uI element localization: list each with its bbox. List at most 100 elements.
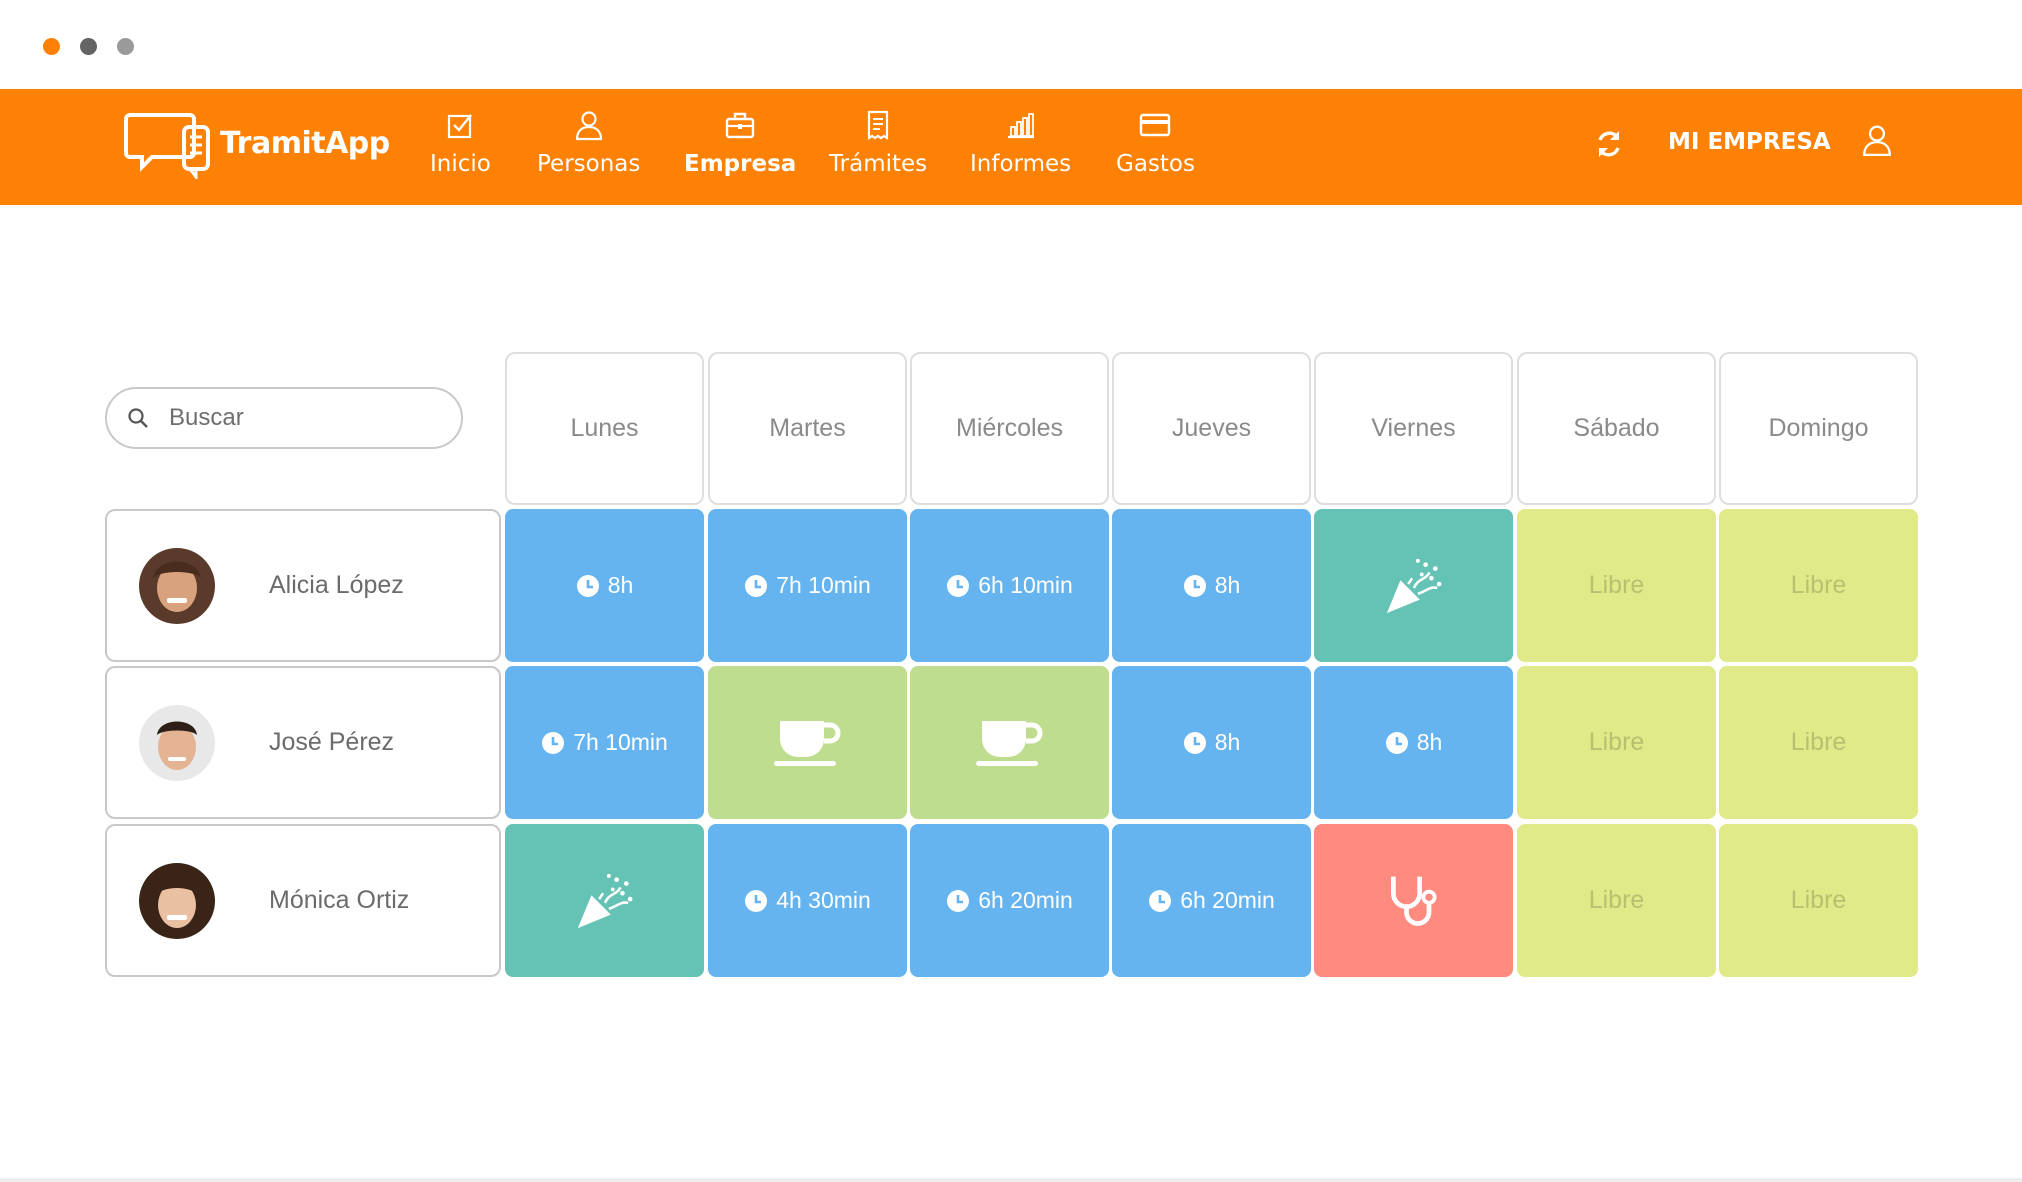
libre-text: Libre	[1790, 886, 1847, 914]
window-dot-minimize[interactable]	[80, 38, 97, 55]
schedule-cell-monica-domingo[interactable]: Libre	[1719, 824, 1918, 977]
briefcase-icon	[725, 112, 755, 139]
stethoscope-icon	[1384, 871, 1444, 931]
schedule-cell-jose-miercoles[interactable]	[910, 666, 1109, 819]
logo-text: TramitApp	[220, 126, 390, 161]
clock-icon	[1183, 574, 1207, 598]
schedule-cell-jose-viernes[interactable]: 8h	[1314, 666, 1513, 819]
checkbox-icon	[448, 114, 473, 139]
hours-text: 7h 10min	[573, 729, 668, 755]
window-dot-maximize[interactable]	[117, 38, 134, 55]
clock-icon	[1385, 731, 1409, 755]
person-row-alicia[interactable]: Alicia López	[105, 509, 501, 662]
schedule-cell-alicia-jueves[interactable]: 8h	[1112, 509, 1311, 662]
day-header-viernes: Viernes	[1314, 352, 1513, 505]
person-name: José Pérez	[269, 728, 395, 756]
tramitapp-logo[interactable]: TramitApp	[124, 107, 390, 179]
clock-icon	[946, 574, 970, 598]
avatar	[139, 547, 215, 624]
window-dot-close[interactable]	[43, 38, 60, 55]
search-box	[105, 387, 463, 449]
schedule-cell-alicia-sabado[interactable]: Libre	[1517, 509, 1716, 662]
nav-item-gastos[interactable]: Gastos	[1116, 109, 1195, 177]
logo-text-app: App	[325, 125, 390, 161]
hours-text: 8h	[1416, 729, 1443, 755]
schedule-cell-jose-lunes[interactable]: 7h 10min	[505, 666, 704, 819]
avatar	[139, 704, 215, 781]
clock-icon	[946, 889, 970, 913]
person-name: Mónica Ortiz	[269, 886, 410, 914]
hours-text: 6h 20min	[1180, 887, 1275, 913]
nav-label-gastos: Gastos	[1116, 151, 1195, 177]
nav-label-personas: Personas	[537, 151, 641, 177]
search-icon	[128, 408, 148, 428]
schedule-cell-monica-viernes[interactable]	[1314, 824, 1513, 977]
nav-label-tramites: Trámites	[829, 151, 928, 177]
coffee-cup-icon	[772, 715, 844, 771]
day-header-miercoles: Miércoles	[910, 352, 1109, 505]
clock-icon	[541, 731, 565, 755]
speech-bubbles-logo-icon	[124, 113, 210, 179]
schedule-cell-jose-sabado[interactable]: Libre	[1517, 666, 1716, 819]
hours-text: 7h 10min	[776, 572, 871, 598]
libre-text: Libre	[1588, 728, 1645, 756]
top-navigation-bar: TramitApp Inicio Personas Empresa Trámit…	[0, 89, 2022, 205]
nav-label-informes: Informes	[970, 151, 1072, 177]
day-header-domingo: Domingo	[1719, 352, 1918, 505]
user-icon[interactable]	[1860, 123, 1894, 157]
schedule-cell-monica-miercoles[interactable]: 6h 20min	[910, 824, 1109, 977]
schedule-cell-monica-sabado[interactable]: Libre	[1517, 824, 1716, 977]
day-header-jueves: Jueves	[1112, 352, 1311, 505]
nav-label-inicio: Inicio	[430, 151, 491, 177]
nav-item-personas[interactable]: Personas	[537, 109, 640, 177]
person-row-monica[interactable]: Mónica Ortiz	[105, 824, 501, 977]
party-popper-icon	[1383, 555, 1445, 617]
schedule-cell-monica-lunes[interactable]	[505, 824, 704, 977]
nav-item-empresa[interactable]: Empresa	[684, 109, 796, 177]
libre-text: Libre	[1790, 571, 1847, 599]
libre-text: Libre	[1588, 886, 1645, 914]
schedule-cell-jose-domingo[interactable]: Libre	[1719, 666, 1918, 819]
schedule-cell-alicia-viernes[interactable]	[1314, 509, 1513, 662]
day-header-martes: Martes	[708, 352, 907, 505]
nav-item-inicio[interactable]: Inicio	[430, 109, 491, 177]
search-input[interactable]	[169, 404, 429, 432]
schedule-cell-alicia-martes[interactable]: 7h 10min	[708, 509, 907, 662]
logo-text-tramit: Tramit	[220, 125, 326, 161]
clock-icon	[744, 889, 768, 913]
libre-text: Libre	[1588, 571, 1645, 599]
schedule-cell-monica-martes[interactable]: 4h 30min	[708, 824, 907, 977]
document-icon	[867, 110, 889, 141]
hours-text: 8h	[607, 572, 634, 598]
nav-label-empresa: Empresa	[684, 151, 797, 177]
nav-item-tramites[interactable]: Trámites	[829, 109, 927, 177]
refresh-icon[interactable]	[1592, 127, 1626, 161]
clock-icon	[1148, 889, 1172, 913]
schedule-cell-alicia-lunes[interactable]: 8h	[505, 509, 704, 662]
day-header-sabado: Sábado	[1517, 352, 1716, 505]
libre-text: Libre	[1790, 728, 1847, 756]
credit-card-icon	[1140, 113, 1171, 137]
hours-text: 8h	[1214, 729, 1241, 755]
person-row-jose[interactable]: José Pérez	[105, 666, 501, 819]
window-controls	[43, 38, 134, 55]
clock-icon	[744, 574, 768, 598]
clock-icon	[1183, 731, 1207, 755]
schedule-cell-jose-martes[interactable]	[708, 666, 907, 819]
bar-chart-icon	[1007, 113, 1034, 139]
schedule-cell-alicia-miercoles[interactable]: 6h 10min	[910, 509, 1109, 662]
schedule-cell-alicia-domingo[interactable]: Libre	[1719, 509, 1918, 662]
hours-text: 4h 30min	[776, 887, 871, 913]
clock-icon	[576, 574, 600, 598]
page-bottom-divider	[0, 1178, 2022, 1182]
hours-text: 6h 10min	[978, 572, 1073, 598]
coffee-cup-icon	[974, 715, 1046, 771]
my-company-button[interactable]: MI EMPRESA	[1668, 129, 1831, 155]
schedule-cell-jose-jueves[interactable]: 8h	[1112, 666, 1311, 819]
person-icon	[575, 111, 602, 141]
party-popper-icon	[574, 870, 636, 932]
person-name: Alicia López	[269, 571, 404, 599]
nav-item-informes[interactable]: Informes	[970, 109, 1071, 177]
schedule-cell-monica-jueves[interactable]: 6h 20min	[1112, 824, 1311, 977]
hours-text: 6h 20min	[978, 887, 1073, 913]
